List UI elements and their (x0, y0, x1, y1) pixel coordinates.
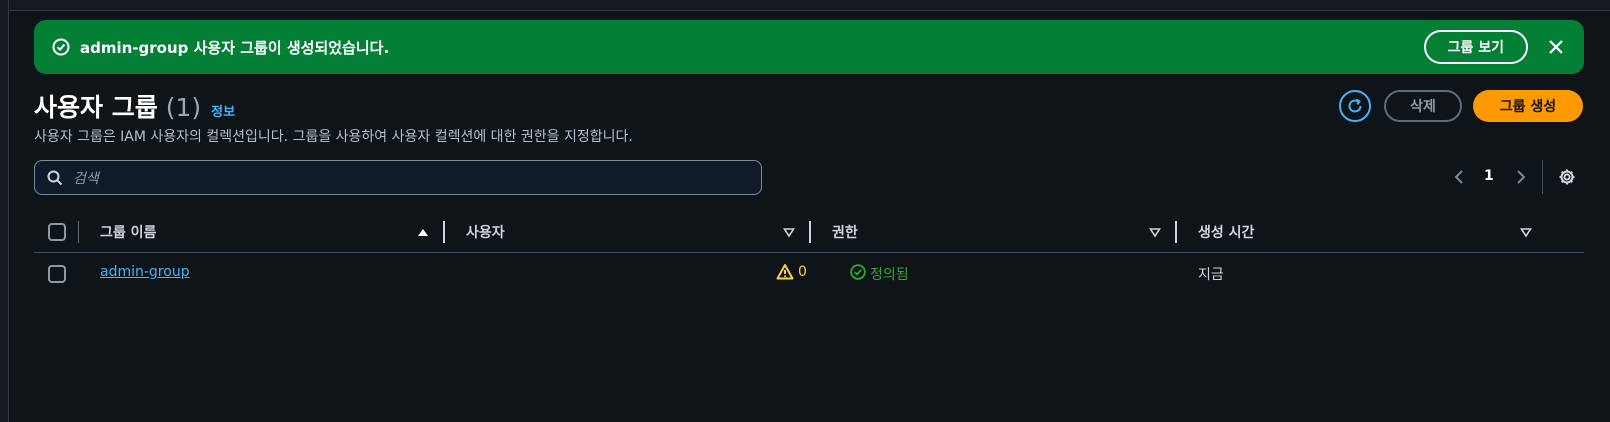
warning-icon (776, 264, 794, 280)
group-name-link[interactable]: admin-group (100, 264, 190, 280)
refresh-button[interactable] (1339, 90, 1371, 122)
search-input[interactable]: 검색 (34, 160, 762, 195)
flash-message: admin-group 사용자 그룹이 생성되었습니다. (80, 38, 390, 57)
created-time: 지금 (1198, 267, 1224, 283)
chevron-right-icon[interactable] (1515, 168, 1527, 186)
sort-descending-icon[interactable] (1520, 226, 1532, 238)
column-header-users[interactable]: 사용자 (466, 222, 505, 242)
table-header: 그룹 이름 사용자 권한 생성 시간 (34, 212, 1584, 253)
table-row: admin-group 0 정의됨 지금 (34, 254, 1584, 294)
check-circle-icon (850, 264, 866, 280)
sort-ascending-icon[interactable] (417, 226, 429, 238)
pager-divider (1542, 160, 1543, 194)
create-group-button[interactable]: 그룹 생성 (1473, 90, 1583, 122)
window-top-border (0, 0, 1610, 11)
search-placeholder: 검색 (73, 170, 99, 187)
page-header: 사용자 그룹 (1) 정보 (34, 88, 235, 124)
column-divider (78, 221, 79, 243)
users-count: 0 (798, 264, 807, 280)
column-header-created[interactable]: 생성 시간 (1198, 222, 1254, 242)
column-header-permissions[interactable]: 권한 (832, 222, 858, 242)
info-link[interactable]: 정보 (211, 101, 235, 120)
gear-icon[interactable] (1558, 168, 1576, 186)
success-flash-banner: admin-group 사용자 그룹이 생성되었습니다. 그룹 보기 (34, 20, 1584, 74)
row-checkbox[interactable] (48, 265, 66, 283)
window-left-border (0, 0, 9, 422)
sort-descending-icon[interactable] (783, 226, 795, 238)
column-resizer[interactable] (443, 221, 445, 243)
sort-descending-icon[interactable] (1149, 226, 1161, 238)
delete-button[interactable]: 삭제 (1384, 90, 1462, 122)
column-resizer[interactable] (809, 221, 811, 243)
current-page[interactable]: 1 (1484, 168, 1494, 184)
page-description: 사용자 그룹은 IAM 사용자의 컬렉션입니다. 그룹을 사용하여 사용자 컬렉… (34, 129, 633, 145)
group-count: (1) (165, 93, 202, 122)
check-circle-icon (52, 38, 70, 56)
refresh-icon (1348, 98, 1362, 113)
column-resizer[interactable] (1175, 221, 1177, 243)
view-group-button[interactable]: 그룹 보기 (1423, 30, 1528, 64)
page-title: 사용자 그룹 (34, 93, 158, 122)
permissions-status: 정의됨 (870, 267, 909, 283)
close-icon[interactable] (1546, 37, 1566, 57)
search-icon (47, 170, 63, 185)
column-header-group-name[interactable]: 그룹 이름 (100, 222, 156, 242)
select-all-checkbox[interactable] (48, 223, 66, 241)
chevron-left-icon[interactable] (1453, 168, 1465, 186)
